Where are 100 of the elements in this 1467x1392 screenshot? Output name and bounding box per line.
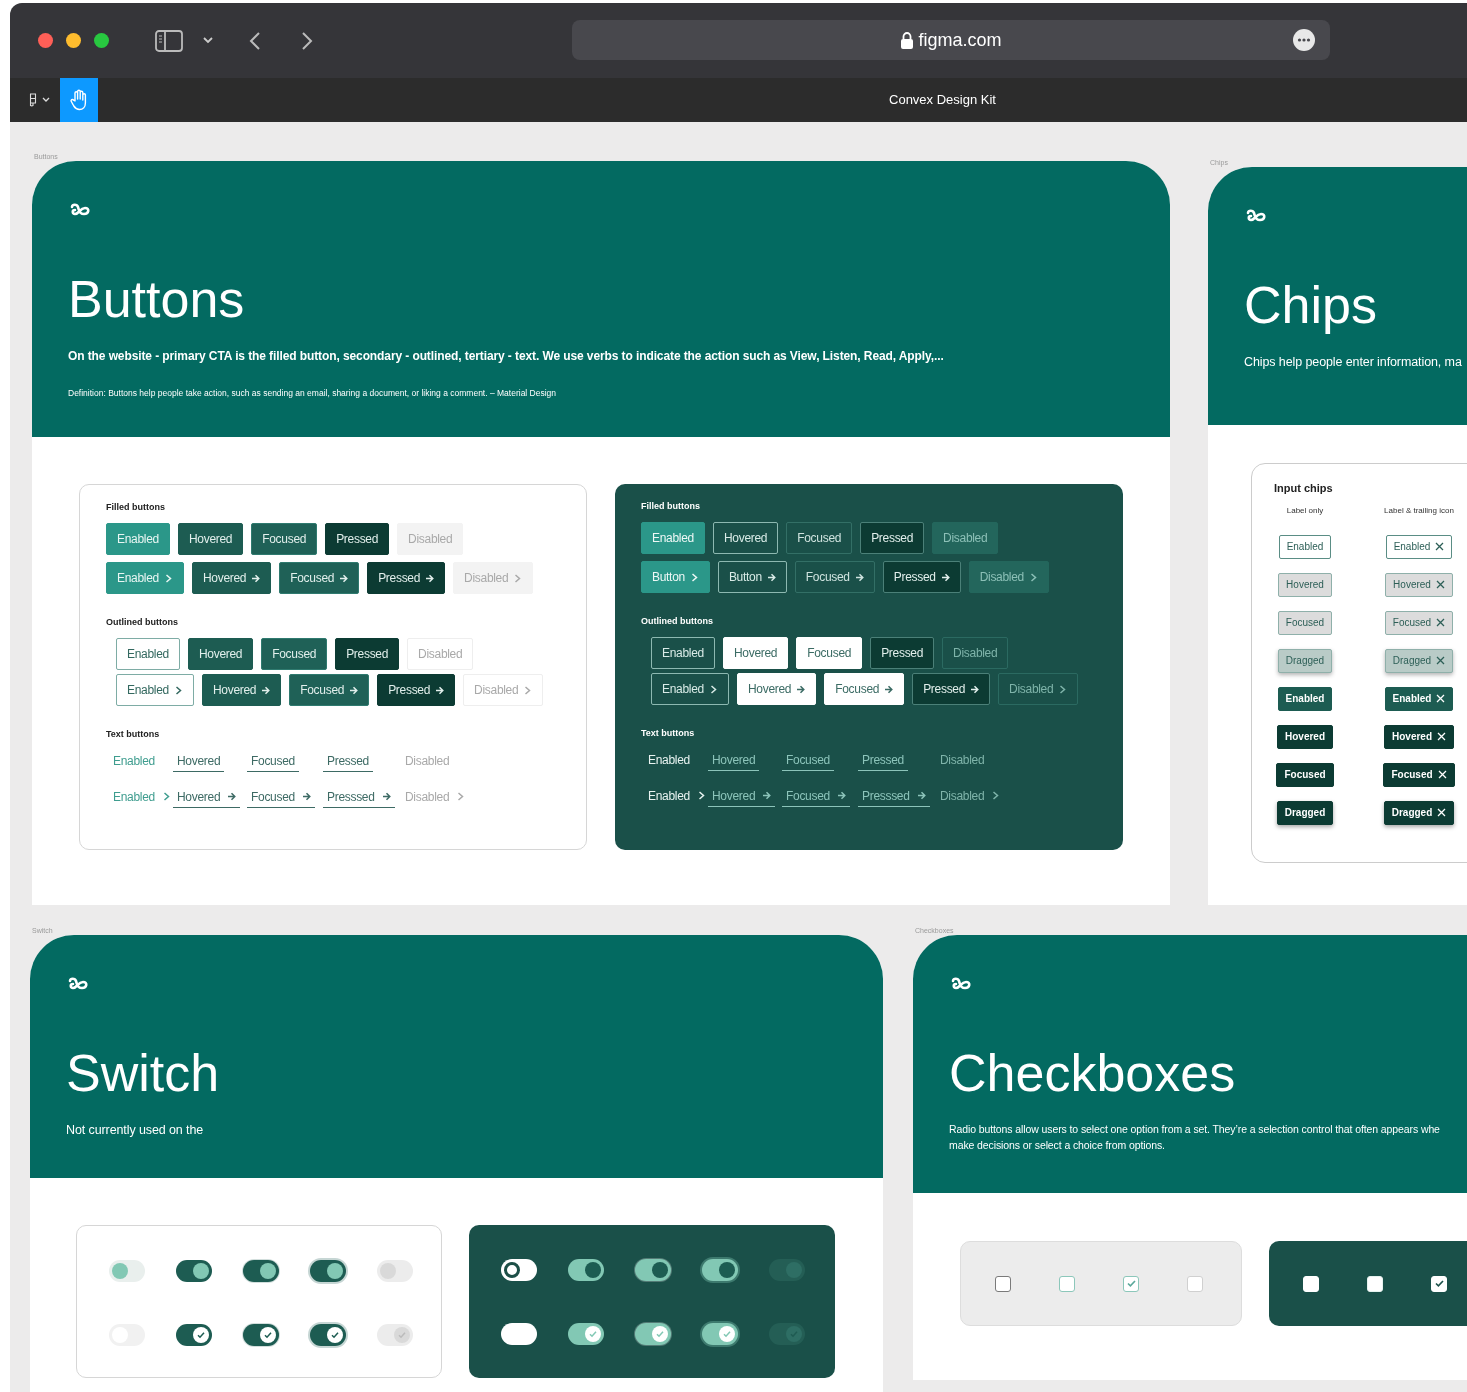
toggle-switch[interactable] [634, 1323, 671, 1345]
input-chip[interactable]: Focused [1276, 762, 1334, 787]
sidebar-icon[interactable] [155, 29, 183, 52]
filled-button[interactable]: Pressed [882, 561, 961, 593]
toggle-switch[interactable] [567, 1259, 604, 1281]
close-button[interactable] [38, 33, 53, 48]
filled-button[interactable]: Pressed [860, 522, 925, 554]
checkbox[interactable] [995, 1275, 1011, 1292]
toggle-switch[interactable] [175, 1324, 212, 1346]
outlined-button[interactable]: Enabled [651, 673, 729, 705]
filled-button[interactable]: Enabled [106, 523, 170, 555]
toggle-switch[interactable] [309, 1260, 346, 1282]
text-button[interactable]: Presssed [858, 785, 930, 807]
outlined-button[interactable]: Pressed [912, 673, 991, 705]
toggle-switch[interactable] [175, 1260, 212, 1282]
filled-button[interactable]: Button [717, 561, 787, 593]
checkbox[interactable] [1059, 1275, 1075, 1292]
input-chip[interactable]: Focused [1277, 610, 1333, 635]
input-chip[interactable]: Focused [1384, 610, 1454, 635]
outlined-button[interactable]: Focused [289, 674, 370, 706]
outlined-button[interactable]: Focused [824, 673, 905, 705]
filled-button[interactable]: Pressed [325, 523, 390, 555]
text-button[interactable]: Hovered [173, 750, 225, 772]
input-chip[interactable]: Dragged [1277, 648, 1333, 673]
text-button[interactable]: Disabled [936, 749, 989, 771]
text-button[interactable]: Presssed [323, 786, 395, 808]
chevron-down-icon[interactable] [203, 37, 213, 44]
outlined-button[interactable]: Disabled [998, 673, 1079, 705]
filled-button[interactable]: Hovered [191, 562, 272, 594]
text-button[interactable]: Disabled [936, 785, 1005, 807]
toggle-switch[interactable] [242, 1324, 279, 1346]
input-chip[interactable]: Enabled [1384, 686, 1454, 711]
text-button[interactable]: Enabled [644, 749, 694, 771]
input-chip[interactable]: Hovered [1278, 572, 1332, 597]
input-chip[interactable]: Hovered [1277, 724, 1333, 749]
outlined-button[interactable]: Pressed [870, 637, 935, 669]
input-chip[interactable]: Enabled [1277, 686, 1333, 711]
toggle-switch[interactable] [768, 1323, 805, 1345]
input-chip[interactable]: Hovered [1385, 572, 1453, 597]
outlined-button[interactable]: Enabled [651, 637, 715, 669]
toggle-switch[interactable] [567, 1323, 604, 1345]
toggle-switch[interactable] [634, 1259, 671, 1281]
outlined-button[interactable]: Hovered [187, 638, 254, 670]
toggle-switch[interactable] [242, 1260, 279, 1282]
filled-button[interactable]: Disabled [932, 522, 999, 554]
filled-button[interactable]: Focused [279, 562, 360, 594]
toggle-switch[interactable] [768, 1259, 805, 1281]
toggle-switch[interactable] [500, 1259, 537, 1281]
text-button[interactable]: Focused [782, 749, 834, 771]
filled-button[interactable]: Button [641, 561, 710, 593]
checkbox[interactable] [1123, 1275, 1139, 1292]
toggle-switch[interactable] [701, 1259, 738, 1281]
outlined-button[interactable]: Disabled [942, 637, 1009, 669]
text-button[interactable]: Hovered [173, 786, 241, 808]
filled-button[interactable]: Hovered [177, 523, 244, 555]
input-chip[interactable]: Dragged [1383, 800, 1455, 825]
text-button[interactable]: Focused [782, 785, 850, 807]
text-button[interactable]: Hovered [708, 749, 760, 771]
text-button[interactable]: Focused [247, 750, 299, 772]
input-chip[interactable]: Dragged [1276, 800, 1334, 825]
filled-button[interactable]: Enabled [641, 522, 705, 554]
input-chip[interactable]: Hovered [1384, 724, 1454, 749]
more-icon[interactable] [1293, 29, 1315, 51]
close-icon[interactable] [1435, 542, 1445, 551]
hand-tool-button[interactable] [60, 78, 98, 122]
input-chip[interactable]: Enabled [1385, 534, 1453, 559]
filled-button[interactable]: Focused [251, 523, 318, 555]
toggle-switch[interactable] [500, 1323, 537, 1345]
outlined-button[interactable]: Pressed [335, 638, 400, 670]
outlined-button[interactable]: Focused [261, 638, 328, 670]
input-chip[interactable]: Dragged [1384, 648, 1454, 673]
text-button[interactable]: Pressed [323, 750, 373, 772]
filled-button[interactable]: Focused [786, 522, 853, 554]
filled-button[interactable]: Hovered [712, 522, 779, 554]
close-icon[interactable] [1435, 580, 1445, 589]
toggle-switch[interactable] [376, 1324, 413, 1346]
filled-button[interactable]: Enabled [106, 562, 184, 594]
text-button[interactable]: Enabled [644, 785, 710, 807]
close-icon[interactable] [1436, 618, 1446, 627]
text-button[interactable]: Hovered [708, 785, 776, 807]
outlined-button[interactable]: Pressed [377, 674, 456, 706]
outlined-button[interactable]: Enabled [116, 674, 194, 706]
forward-icon[interactable] [301, 30, 313, 51]
toggle-switch[interactable] [701, 1323, 738, 1345]
outlined-button[interactable]: Hovered [722, 637, 789, 669]
outlined-button[interactable]: Focused [796, 637, 863, 669]
filled-button[interactable]: Pressed [367, 562, 446, 594]
toggle-switch[interactable] [376, 1260, 413, 1282]
toggle-switch[interactable] [108, 1260, 145, 1282]
text-button[interactable]: Enabled [109, 786, 175, 808]
text-button[interactable]: Enabled [109, 750, 159, 772]
back-icon[interactable] [249, 30, 261, 51]
text-button[interactable]: Focused [247, 786, 315, 808]
maximize-button[interactable] [94, 33, 109, 48]
filled-button[interactable]: Disabled [968, 561, 1049, 593]
outlined-button[interactable]: Hovered [201, 674, 282, 706]
outlined-button[interactable]: Enabled [116, 638, 180, 670]
toggle-switch[interactable] [309, 1324, 346, 1346]
input-chip[interactable]: Enabled [1278, 534, 1332, 559]
input-chip[interactable]: Focused [1383, 762, 1455, 787]
